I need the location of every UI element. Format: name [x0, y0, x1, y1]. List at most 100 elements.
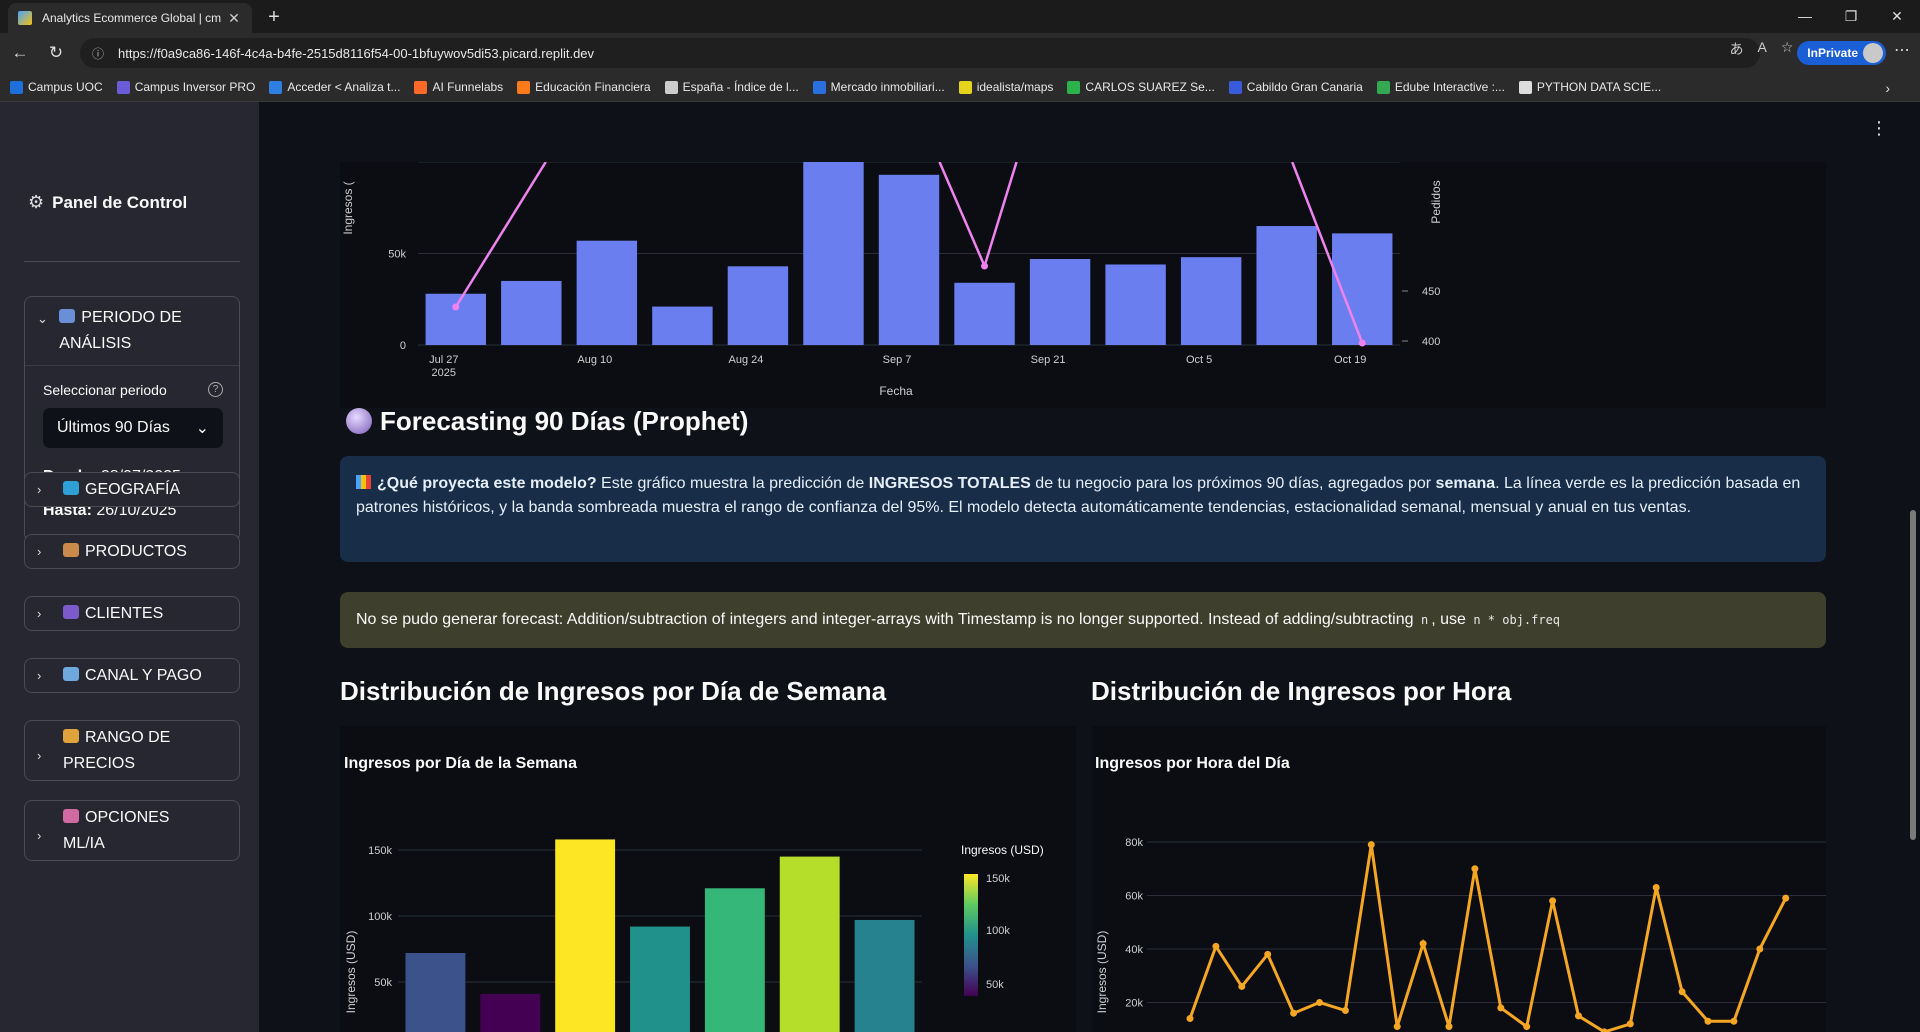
bookmark-item[interactable]: Campus UOC — [10, 80, 103, 94]
expander-header[interactable]: › PRODUCTOS — [25, 535, 239, 568]
hour-point[interactable] — [1549, 897, 1557, 905]
bar[interactable] — [425, 293, 486, 345]
bookmark-item[interactable]: Edube Interactive :... — [1376, 80, 1505, 94]
site-info-icon[interactable]: ⓘ — [92, 45, 112, 62]
hour-point[interactable] — [1316, 999, 1323, 1006]
period-select-value: Últimos 90 Días — [57, 419, 170, 436]
orders-point[interactable] — [452, 303, 460, 311]
bookmark-item[interactable]: AI Funnelabs — [414, 80, 503, 94]
period-select[interactable]: Últimos 90 Días ⌄ — [43, 408, 223, 448]
inprivate-badge[interactable]: InPrivate — [1797, 41, 1886, 65]
expander-money-bag[interactable]: › RANGO DE PRECIOS — [24, 720, 240, 781]
bar[interactable] — [630, 926, 690, 1032]
bar[interactable] — [878, 174, 940, 345]
bar[interactable] — [704, 888, 765, 1032]
app-menu-icon[interactable]: ⋮ — [1870, 118, 1888, 139]
bookmark-item[interactable]: PYTHON DATA SCIE... — [1518, 80, 1661, 94]
hour-point[interactable] — [1471, 865, 1479, 873]
bar[interactable] — [480, 993, 541, 1032]
browser-tab[interactable]: Analytics Ecommerce Global | cm ✕ — [8, 3, 252, 33]
read-aloud-icon[interactable]: A — [1758, 39, 1767, 59]
minimize-button[interactable]: — — [1782, 0, 1828, 33]
new-tab-button[interactable]: + — [260, 4, 288, 30]
hour-point[interactable] — [1756, 945, 1764, 953]
expander-periodo-header[interactable]: ⌄ PERIODO DE ANÁLISIS — [25, 297, 239, 365]
weekday-section-title: Distribución de Ingresos por Día de Sema… — [340, 676, 887, 706]
page-scrollbar[interactable] — [1910, 510, 1916, 840]
orders-point[interactable] — [1358, 339, 1366, 347]
bar[interactable] — [501, 280, 562, 345]
orders-line — [938, 161, 1018, 270]
help-icon[interactable]: ? — [208, 382, 223, 397]
hour-point[interactable] — [1575, 1012, 1582, 1020]
address-bar[interactable]: ⓘ https://f0a9ca86-146f-4c4a-b4fe-2515d8… — [80, 38, 1760, 68]
hour-point[interactable] — [1782, 894, 1790, 902]
expander-header[interactable]: › CLIENTES — [25, 597, 239, 630]
close-tab-icon[interactable]: ✕ — [226, 10, 242, 27]
revenue-line — [1188, 844, 1788, 1032]
hour-point[interactable] — [1341, 1007, 1349, 1015]
bookmark-item[interactable]: CARLOS SUAREZ Se... — [1067, 80, 1215, 94]
bar[interactable] — [779, 856, 840, 1032]
hour-point[interactable] — [1497, 1004, 1505, 1012]
hour-point[interactable] — [1523, 1023, 1531, 1031]
hour-point[interactable] — [1704, 1017, 1712, 1025]
bar[interactable] — [555, 839, 616, 1032]
favorite-star-icon[interactable]: ☆ — [1781, 39, 1794, 59]
hour-point[interactable] — [1367, 841, 1375, 849]
info-text-2: de tu negocio para los próximos 90 días,… — [1030, 475, 1436, 492]
bookmark-item[interactable]: Mercado inmobiliari... — [812, 80, 945, 94]
bar[interactable] — [1180, 257, 1242, 345]
bookmark-label: España - Índice de l... — [682, 80, 799, 94]
hour-point[interactable] — [1212, 942, 1220, 950]
bookmark-item[interactable]: Educación Financiera — [517, 80, 651, 94]
bookmarks-bar: Campus UOC Campus Inversor PRO Acceder < A… — [0, 73, 1920, 102]
bar[interactable] — [1256, 226, 1317, 345]
back-button[interactable]: ← — [6, 39, 34, 67]
bar[interactable] — [576, 240, 638, 345]
bar[interactable] — [727, 266, 789, 345]
refresh-button[interactable]: ↻ — [42, 39, 70, 67]
expander-people[interactable]: › CLIENTES — [24, 596, 240, 631]
y-right-axis-label: Pedidos — [1429, 180, 1443, 223]
forecast-info-box: ¿Qué proyecta este modelo? Este gráfico … — [340, 456, 1826, 562]
browser-menu-icon[interactable]: ⋯ — [1894, 40, 1910, 60]
hour-point[interactable] — [1626, 1020, 1634, 1028]
bookmark-item[interactable]: España - Índice de l... — [664, 80, 799, 94]
hour-point[interactable] — [1445, 1023, 1453, 1031]
bar[interactable] — [954, 282, 1015, 345]
hour-point[interactable] — [1678, 988, 1686, 996]
bar[interactable] — [803, 162, 864, 345]
translate-icon[interactable]: あ — [1730, 39, 1744, 59]
bar[interactable] — [1029, 258, 1091, 345]
bookmark-item[interactable]: Cabildo Gran Canaria — [1228, 80, 1363, 94]
bookmark-item[interactable]: Acceder < Analiza t... — [269, 80, 400, 94]
hour-point[interactable] — [1238, 982, 1246, 990]
bar[interactable] — [405, 952, 466, 1032]
bar[interactable] — [854, 919, 915, 1032]
orders-point[interactable] — [981, 262, 989, 270]
bookmarks-more-icon[interactable]: › — [1885, 80, 1890, 96]
expander-header[interactable]: › GEOGRAFÍA — [25, 473, 239, 506]
expander-header[interactable]: › RANGO DE PRECIOS — [25, 721, 239, 780]
hour-point[interactable] — [1419, 940, 1427, 948]
hour-point[interactable] — [1186, 1015, 1194, 1023]
bookmark-item[interactable]: idealista/maps — [958, 80, 1053, 94]
bar[interactable] — [652, 306, 713, 345]
hour-point[interactable] — [1730, 1017, 1738, 1025]
bookmark-item[interactable]: Campus Inversor PRO — [116, 80, 255, 94]
expander-robot[interactable]: › OPCIONES ML/IA — [24, 800, 240, 861]
bar[interactable] — [1105, 264, 1166, 345]
expander-header[interactable]: › OPCIONES ML/IA — [25, 801, 239, 860]
restore-button[interactable]: ❐ — [1828, 0, 1874, 33]
hour-point[interactable] — [1393, 1023, 1401, 1031]
hour-point[interactable] — [1652, 883, 1660, 891]
expander-header[interactable]: › CANAL Y PAGO — [25, 659, 239, 692]
expander-package[interactable]: › PRODUCTOS — [24, 534, 240, 569]
expander-card[interactable]: › CANAL Y PAGO — [24, 658, 240, 693]
hour-point[interactable] — [1290, 1009, 1298, 1017]
close-window-button[interactable]: ✕ — [1874, 0, 1920, 33]
expander-globe[interactable]: › GEOGRAFÍA — [24, 472, 240, 507]
info-question: ¿Qué proyecta este modelo? — [377, 475, 597, 492]
hour-point[interactable] — [1264, 950, 1272, 958]
